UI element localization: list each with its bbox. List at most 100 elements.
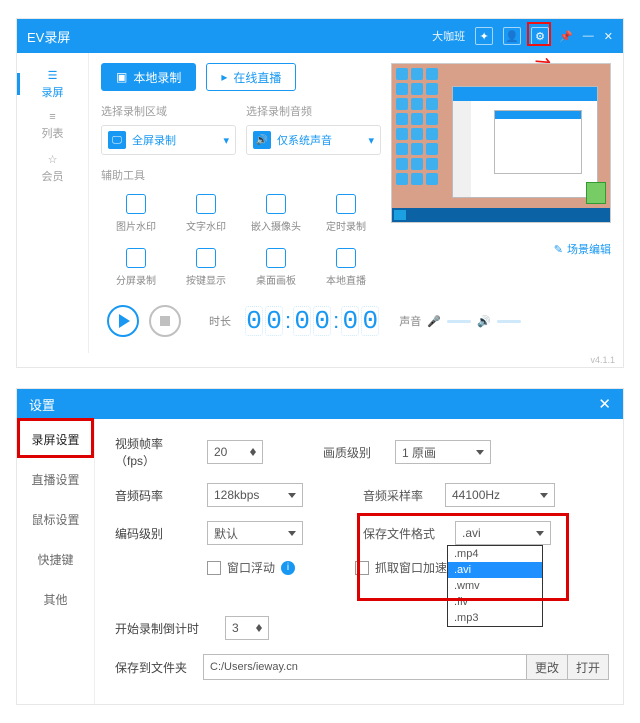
minimize-icon[interactable]: — bbox=[583, 30, 594, 42]
float-checkbox[interactable] bbox=[207, 561, 221, 575]
tab-mouse[interactable]: 鼠标设置 bbox=[17, 499, 94, 539]
star-icon: ☆ bbox=[48, 153, 58, 166]
camera-icon: ▣ bbox=[116, 70, 127, 84]
fmt-option[interactable]: .mp3 bbox=[448, 610, 542, 626]
live-icon: ▸ bbox=[221, 70, 227, 84]
tool-keys[interactable]: 按键显示 bbox=[171, 243, 241, 291]
speaker-icon[interactable]: 🔊 bbox=[477, 315, 491, 328]
close-icon[interactable]: ✕ bbox=[598, 395, 611, 413]
countdown-label: 开始录制倒计时 bbox=[115, 620, 215, 637]
sidebar-item-list[interactable]: ≡ 列表 bbox=[17, 105, 88, 147]
chevron-down-icon: ▾ bbox=[223, 134, 229, 147]
tab-record[interactable]: 录屏设置 bbox=[17, 419, 94, 459]
vip-icon[interactable]: ✦ bbox=[475, 27, 493, 45]
settings-form: 视频帧率（fps） 20 画质级别 1 原画 音频码率 bbox=[95, 419, 623, 704]
settings-window: 设置 ✕ 录屏设置 直播设置 鼠标设置 快捷键 其他 视频帧率（fps） 20 bbox=[16, 388, 624, 705]
list-icon: ≡ bbox=[49, 111, 55, 123]
chevron-down-icon bbox=[476, 450, 484, 455]
monitor-icon: 🖵 bbox=[108, 131, 126, 149]
tool-camera[interactable]: 嵌入摄像头 bbox=[241, 189, 311, 237]
audio-source-select[interactable]: 🔊 仅系统声音 ▾ bbox=[246, 125, 381, 155]
asr-select[interactable]: 44100Hz bbox=[445, 483, 555, 507]
close-icon[interactable]: ✕ bbox=[604, 30, 613, 43]
main-panel: ▣ 本地录制 ▸ 在线直播 选择录制区域 🖵 bbox=[89, 53, 623, 353]
fmt-dropdown-open[interactable]: .mp4 .avi .wmv .flv .mp3 bbox=[447, 545, 543, 627]
scene-edit-link[interactable]: ✎ 场景编辑 bbox=[391, 241, 611, 257]
quality-select[interactable]: 1 原画 bbox=[395, 440, 491, 464]
mode-local[interactable]: ▣ 本地录制 bbox=[101, 63, 196, 91]
tab-live[interactable]: 直播设置 bbox=[17, 459, 94, 499]
path-label: 保存到文件夹 bbox=[115, 659, 203, 676]
settings-title: 设置 bbox=[29, 395, 55, 414]
settings-tabs: 录屏设置 直播设置 鼠标设置 快捷键 其他 bbox=[17, 419, 95, 704]
mic-icon[interactable]: 🎤 bbox=[427, 315, 441, 328]
sidebar-item-record[interactable]: ☰ 录屏 bbox=[17, 63, 88, 105]
speaker-slider[interactable] bbox=[497, 320, 521, 323]
mode-live[interactable]: ▸ 在线直播 bbox=[206, 63, 296, 91]
mic-slider[interactable] bbox=[447, 320, 471, 323]
record-icon: ☰ bbox=[48, 69, 58, 82]
path-input[interactable]: C:/Users/ieway.cn bbox=[203, 654, 527, 680]
stop-icon bbox=[160, 316, 170, 326]
video-source-select[interactable]: 🖵 全屏录制 ▾ bbox=[101, 125, 236, 155]
fps-input[interactable]: 20 bbox=[207, 440, 263, 464]
titlebar: EV录屏 大咖班 ✦ 👤 ⚙ 📌 — ✕ ↘ bbox=[17, 19, 623, 53]
info-icon[interactable]: i bbox=[281, 561, 295, 575]
timer-display: 00 : 00 : 00 bbox=[245, 306, 379, 336]
desktop-icons bbox=[396, 68, 450, 185]
sidebar: ☰ 录屏 ≡ 列表 ☆ 会员 bbox=[17, 53, 89, 353]
enc-label: 编码级别 bbox=[115, 525, 197, 542]
capture-checkbox[interactable] bbox=[355, 561, 369, 575]
fmt-option-selected[interactable]: .avi bbox=[448, 562, 542, 578]
fmt-label: 保存文件格式 bbox=[363, 525, 445, 542]
tool-local-live[interactable]: 本地直播 bbox=[311, 243, 381, 291]
fmt-option[interactable]: .mp4 bbox=[448, 546, 542, 562]
play-button[interactable] bbox=[107, 305, 139, 337]
annotation-box bbox=[527, 22, 551, 46]
float-label: 窗口浮动 bbox=[227, 559, 275, 576]
tab-other[interactable]: 其他 bbox=[17, 579, 94, 619]
fmt-select[interactable]: .avi bbox=[455, 521, 551, 545]
fmt-option[interactable]: .wmv bbox=[448, 578, 542, 594]
fmt-option[interactable]: .flv bbox=[448, 594, 542, 610]
controls-bar: 时长 00 : 00 : 00 声音 🎤 🔊 bbox=[101, 301, 611, 345]
header-link[interactable]: 大咖班 bbox=[432, 28, 465, 44]
time-label: 时长 bbox=[209, 313, 231, 329]
tool-text-watermark[interactable]: 文字水印 bbox=[171, 189, 241, 237]
speaker-icon: 🔊 bbox=[253, 131, 271, 149]
abr-select[interactable]: 128kbps bbox=[207, 483, 303, 507]
app-window: EV录屏 大咖班 ✦ 👤 ⚙ 📌 — ✕ ↘ ☰ 录屏 ≡ 列表 ☆ 会员 bbox=[16, 18, 624, 368]
taskbar bbox=[392, 208, 610, 222]
tab-shortcut[interactable]: 快捷键 bbox=[17, 539, 94, 579]
asr-label: 音频采样率 bbox=[363, 487, 435, 504]
play-icon bbox=[119, 314, 130, 328]
preview-area bbox=[391, 63, 611, 223]
quality-label: 画质级别 bbox=[323, 444, 385, 461]
sound-label: 声音 bbox=[399, 313, 421, 329]
chevron-down-icon: ▾ bbox=[368, 134, 374, 147]
user-icon[interactable]: 👤 bbox=[503, 27, 521, 45]
tool-split[interactable]: 分屏录制 bbox=[101, 243, 171, 291]
change-button[interactable]: 更改 bbox=[527, 654, 568, 680]
sidebar-item-member[interactable]: ☆ 会员 bbox=[17, 147, 88, 189]
abr-label: 音频码率 bbox=[115, 487, 197, 504]
version-label: v4.1.1 bbox=[17, 353, 623, 367]
open-button[interactable]: 打开 bbox=[568, 654, 609, 680]
audio-source-label: 选择录制音频 bbox=[246, 103, 381, 119]
tool-draw[interactable]: 桌面画板 bbox=[241, 243, 311, 291]
fps-label: 视频帧率（fps） bbox=[115, 435, 197, 469]
tool-image-watermark[interactable]: 图片水印 bbox=[101, 189, 171, 237]
sticky-note-icon bbox=[586, 182, 606, 204]
tools-grid: 图片水印 文字水印 嵌入摄像头 定时录制 分屏录制 按键显示 桌面画板 本地直播 bbox=[101, 189, 381, 291]
tool-timer[interactable]: 定时录制 bbox=[311, 189, 381, 237]
edit-icon: ✎ bbox=[554, 243, 563, 256]
app-title: EV录屏 bbox=[27, 27, 432, 46]
pin-icon[interactable]: 📌 bbox=[559, 30, 573, 43]
capture-label: 抓取窗口加速 bbox=[375, 559, 447, 576]
enc-select[interactable]: 默认 bbox=[207, 521, 303, 545]
tools-label: 辅助工具 bbox=[101, 167, 381, 183]
countdown-input[interactable]: 3 bbox=[225, 616, 269, 640]
settings-titlebar: 设置 ✕ bbox=[17, 389, 623, 419]
mini-window-2 bbox=[494, 110, 582, 174]
stop-button[interactable] bbox=[149, 305, 181, 337]
